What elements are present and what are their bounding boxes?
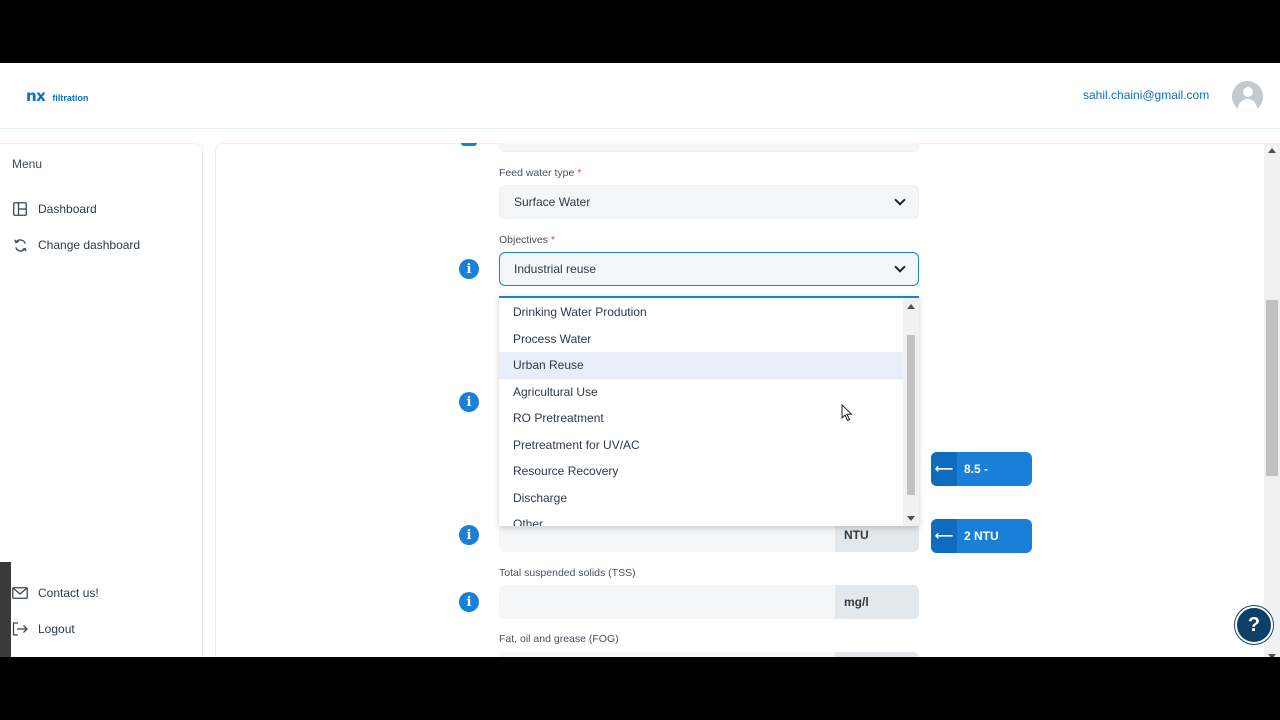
info-icon[interactable]: i	[459, 259, 479, 279]
objectives-select[interactable]: Industrial reuse	[499, 252, 919, 286]
help-button[interactable]: ?	[1235, 606, 1273, 644]
tss-label: Total suspended solids (TSS)	[499, 567, 636, 579]
feed-water-label: Feed water type *	[499, 167, 582, 179]
logo-text: filtration	[52, 93, 89, 103]
objectives-value: Industrial reuse	[514, 262, 597, 276]
option-drinking-water[interactable]: Drinking Water Prodution	[499, 299, 903, 326]
sidebar-item-label: Contact us!	[38, 586, 99, 600]
menu-title: Menu	[12, 157, 43, 171]
info-icon[interactable]	[461, 143, 477, 146]
layout-icon	[12, 201, 28, 217]
objectives-dropdown: Drinking Water Prodution Process Water U…	[499, 296, 919, 526]
user-email[interactable]: sahil.chaini@gmail.com	[1083, 88, 1209, 102]
refresh-icon	[12, 237, 28, 253]
dropdown-scrollbar[interactable]	[903, 298, 919, 526]
option-pretreatment-uv-ac[interactable]: Pretreatment for UV/AC	[499, 432, 903, 459]
page-scroll-thumb[interactable]	[1266, 300, 1278, 476]
sidebar-item-label: Change dashboard	[38, 238, 141, 252]
info-icon[interactable]: i	[459, 592, 479, 612]
option-urban-reuse[interactable]: Urban Reuse	[499, 352, 903, 379]
turbidity-hint-value: 2 NTU	[964, 529, 999, 543]
chevron-down-icon	[894, 194, 906, 206]
feed-water-select[interactable]: Surface Water	[499, 185, 919, 219]
logout-icon	[12, 621, 28, 637]
fog-input[interactable]	[499, 652, 919, 657]
scroll-up-icon[interactable]	[1268, 148, 1276, 153]
chevron-down-icon	[894, 261, 906, 273]
turbidity-hint-button[interactable]: ⟵ 2 NTU	[931, 519, 1032, 553]
sidebar-item-change-dashboard[interactable]: Change dashboard	[12, 237, 140, 253]
brand-logo[interactable]: nx filtration	[26, 87, 88, 105]
scroll-up-icon[interactable]	[907, 304, 915, 309]
side-edge-bar	[0, 562, 11, 657]
sidebar-item-logout[interactable]: Logout	[12, 621, 75, 637]
user-avatar-icon[interactable]	[1232, 81, 1263, 112]
dropdown-scroll-thumb[interactable]	[907, 335, 915, 495]
mouse-cursor-icon	[841, 404, 853, 422]
feed-water-value: Surface Water	[514, 195, 591, 209]
ph-hint-button[interactable]: ⟵ 8.5 -	[931, 452, 1032, 486]
sidebar-item-label: Dashboard	[38, 202, 97, 216]
app-screen: nx filtration sahil.chaini@gmail.com Men…	[0, 63, 1280, 657]
tss-input[interactable]: mg/l	[499, 585, 919, 619]
top-header: nx filtration sahil.chaini@gmail.com	[0, 63, 1280, 129]
info-icon[interactable]: i	[459, 525, 479, 545]
option-process-water[interactable]: Process Water	[499, 326, 903, 353]
scroll-down-icon[interactable]	[907, 516, 915, 521]
fog-label: Fat, oil and grease (FOG)	[499, 633, 619, 645]
option-discharge[interactable]: Discharge	[499, 485, 903, 512]
ph-hint-value: 8.5 -	[964, 462, 989, 476]
logo-mark: nx	[26, 87, 46, 105]
option-resource-recovery[interactable]: Resource Recovery	[499, 458, 903, 485]
previous-field-input[interactable]	[499, 143, 919, 152]
option-other[interactable]: Other	[499, 511, 903, 526]
tss-unit: mg/l	[835, 585, 919, 619]
info-icon[interactable]: i	[459, 392, 479, 412]
sidebar: Menu Dashboard Change dashboard Contact …	[0, 143, 203, 657]
arrow-left-icon: ⟵	[931, 519, 957, 553]
mail-icon	[12, 585, 28, 601]
arrow-left-icon: ⟵	[931, 452, 957, 486]
scroll-down-icon[interactable]	[1268, 654, 1276, 657]
sidebar-item-label: Logout	[38, 622, 75, 636]
objectives-label: Objectives *	[499, 234, 556, 246]
option-agricultural-use[interactable]: Agricultural Use	[499, 379, 903, 406]
sidebar-item-dashboard[interactable]: Dashboard	[12, 201, 97, 217]
page-scrollbar[interactable]	[1264, 143, 1280, 657]
sidebar-item-contact[interactable]: Contact us!	[12, 585, 99, 601]
